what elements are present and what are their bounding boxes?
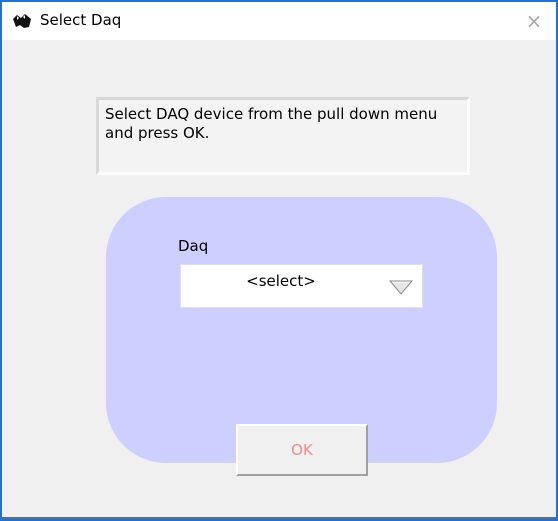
close-icon: × (525, 9, 543, 33)
ok-button[interactable]: OK (236, 424, 368, 476)
window-title: Select Daq (40, 11, 122, 29)
close-button[interactable]: × (512, 2, 556, 40)
app-icon (12, 13, 32, 29)
daq-label: Daq (178, 237, 209, 255)
daq-select-value: <select> (246, 272, 316, 290)
instruction-text-box: Select DAQ device from the pull down men… (96, 97, 470, 175)
instruction-text: Select DAQ device from the pull down men… (105, 105, 438, 142)
daq-select-dropdown[interactable]: <select> (180, 264, 423, 308)
ok-button-label: OK (291, 441, 313, 459)
triangle-down-icon[interactable] (386, 272, 416, 300)
select-daq-window: Select Daq × Select DAQ device from the … (0, 0, 558, 521)
device-selection-panel: Daq <select> OK (106, 197, 497, 476)
bottom-border (2, 517, 556, 519)
dialog-client-area: Select DAQ device from the pull down men… (2, 40, 556, 519)
title-bar[interactable]: Select Daq × (2, 2, 556, 40)
